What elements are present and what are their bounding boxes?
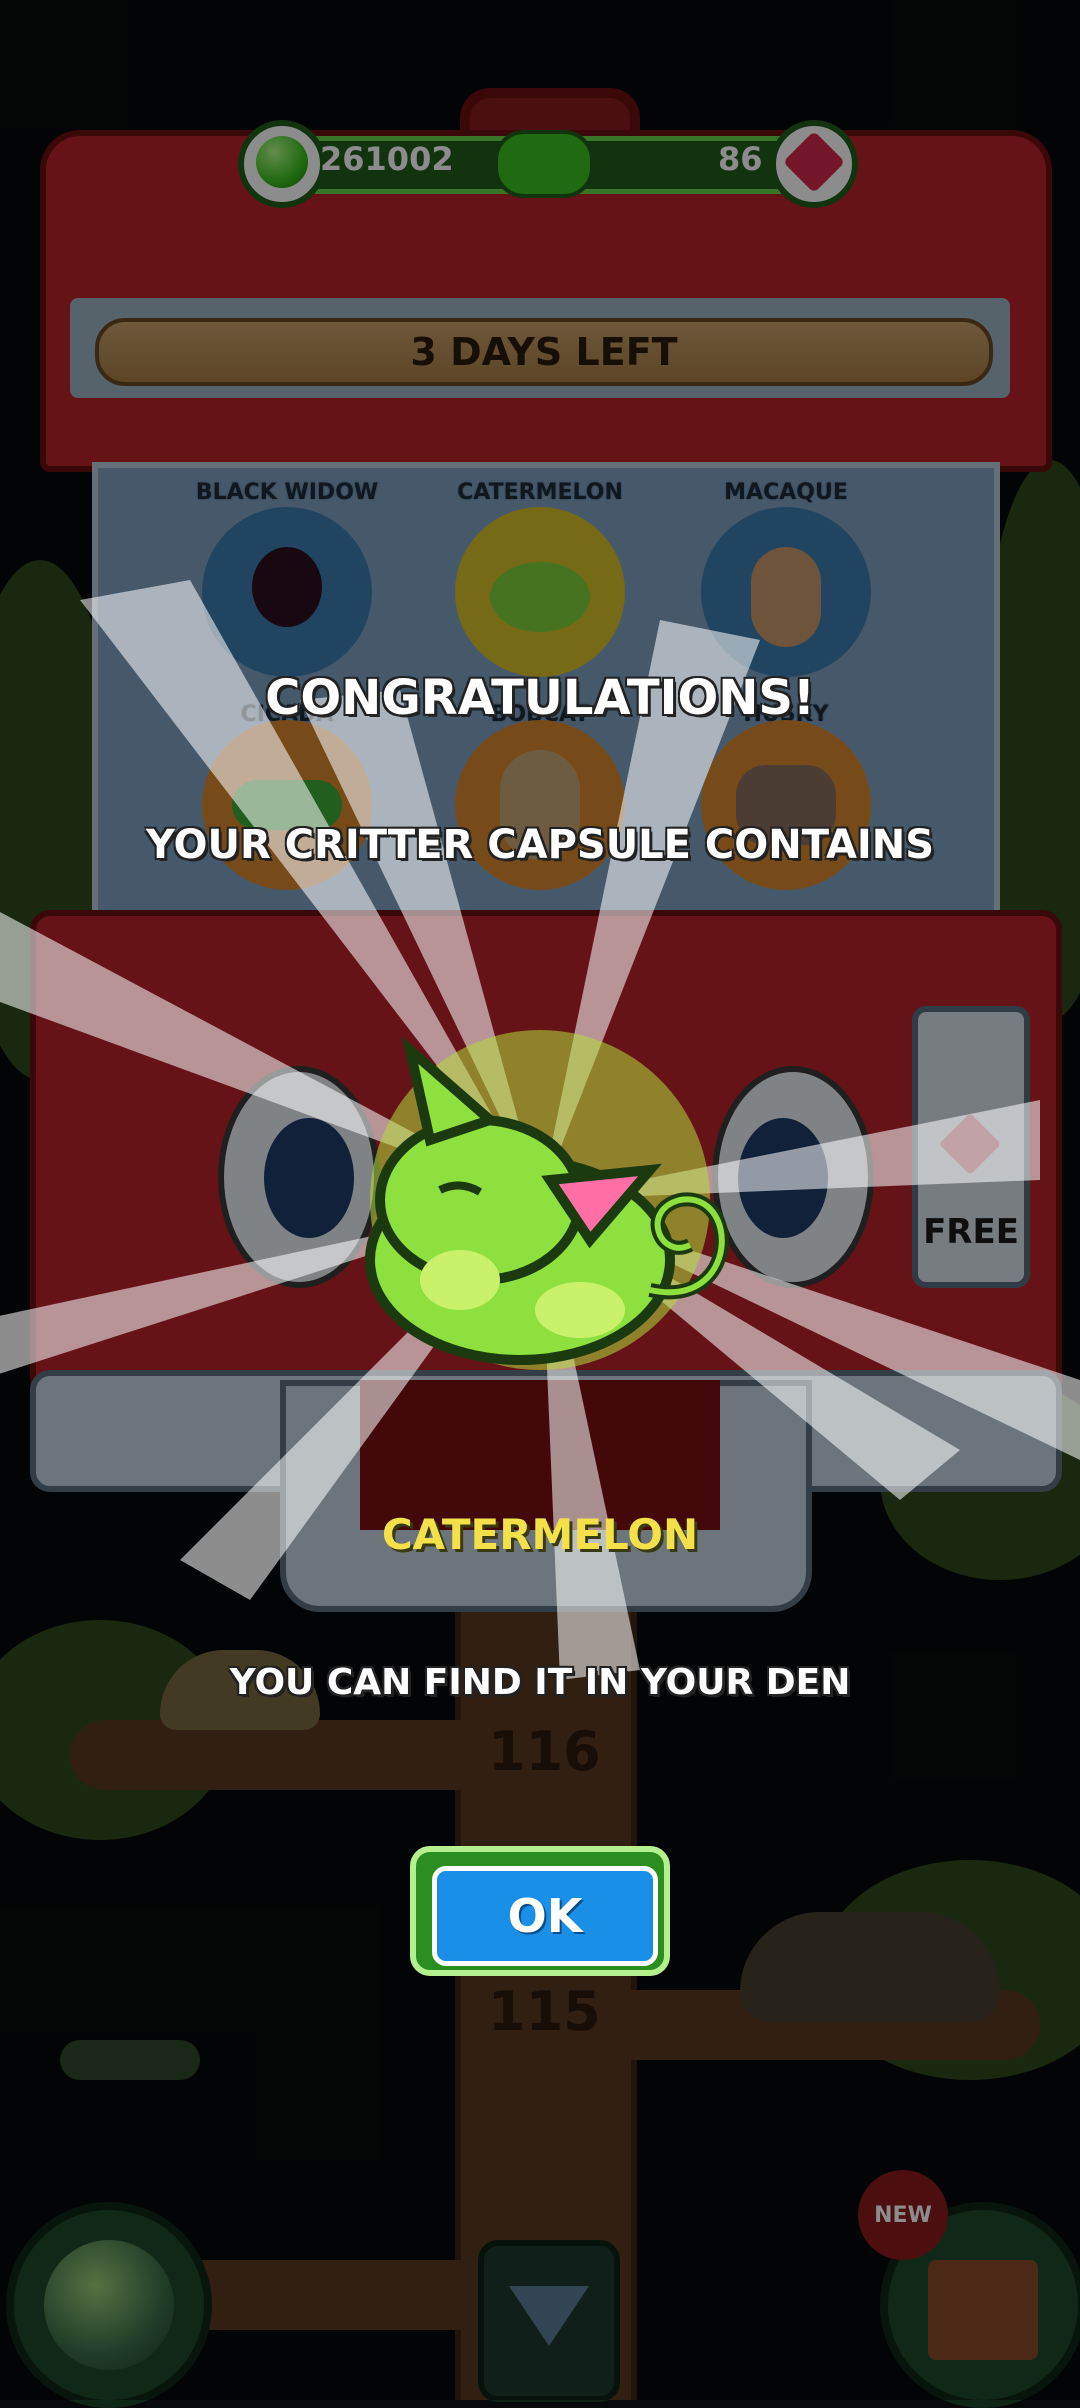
- congratulations-title: CONGRATULATIONS!: [265, 670, 815, 726]
- ok-button-label: OK: [507, 1889, 583, 1943]
- ok-button-face[interactable]: OK: [432, 1866, 658, 1966]
- catermelon-reward-icon: [365, 1036, 729, 1365]
- critter-name: CATERMELON: [381, 1510, 699, 1559]
- den-message: YOU CAN FIND IT IN YOUR DEN: [229, 1662, 851, 1703]
- ok-button[interactable]: OK: [410, 1846, 670, 1976]
- capsule-subtitle: YOUR CRITTER CAPSULE CONTAINS: [145, 822, 935, 868]
